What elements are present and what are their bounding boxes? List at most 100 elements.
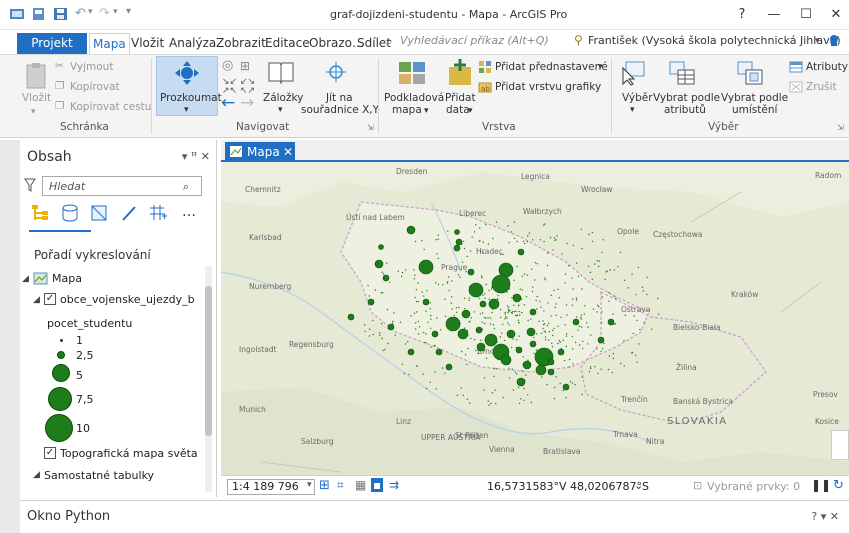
basemap-label-2[interactable]: mapa: [392, 104, 422, 116]
select-dropdown-icon[interactable]: ▾: [630, 104, 635, 116]
map-canvas[interactable]: Dresden Chemnitz Legnica Wrocław Ústí nad La…: [221, 162, 849, 475]
add-graphics-label[interactable]: Přidat vrstvu grafiky: [495, 81, 601, 93]
data-source-icon[interactable]: [60, 204, 80, 222]
minimize-button[interactable]: —: [756, 4, 792, 26]
tab-mapa[interactable]: Mapa: [89, 33, 130, 54]
notifications-icon[interactable]: [826, 33, 842, 49]
project-icon[interactable]: [9, 7, 25, 21]
next-extent-icon[interactable]: →: [240, 95, 254, 112]
navigator-icon[interactable]: ⇉: [389, 478, 399, 492]
user-dropdown-icon[interactable]: ▾: [815, 36, 820, 46]
student-point: [658, 313, 660, 315]
select-by-location-label-2[interactable]: umístění: [732, 104, 777, 116]
tab-zobrazit[interactable]: Zobrazit: [216, 33, 266, 54]
undo-icon[interactable]: ↶: [75, 6, 86, 21]
user-name[interactable]: František (Vysoká škola polytechnická Ji…: [588, 34, 841, 47]
add-preset-dropdown-icon[interactable]: ▾: [598, 61, 603, 73]
bookmarks-dropdown-icon[interactable]: ▾: [278, 104, 283, 116]
close-button[interactable]: ✕: [818, 4, 849, 26]
paste-dropdown-icon[interactable]: ▾: [31, 106, 36, 118]
cut-label[interactable]: Vyjmout: [70, 61, 113, 73]
select-by-attributes-label-1[interactable]: Vybrat podle: [653, 92, 720, 104]
filter-icon[interactable]: [24, 178, 36, 192]
clear-selection-label[interactable]: Zrušit: [806, 81, 837, 93]
map-svg[interactable]: Dresden Chemnitz Legnica Wrocław Ústí nad La…: [221, 162, 849, 475]
explore-dropdown-icon[interactable]: ▾: [184, 104, 189, 116]
layer-name[interactable]: obce_vojenske_ujezdy_b: [60, 293, 195, 306]
scale-select[interactable]: 1:4 189 796: [227, 479, 315, 495]
student-point: [526, 241, 528, 243]
attributes-label[interactable]: Atributy: [806, 61, 848, 73]
map-side-tool[interactable]: [831, 430, 849, 460]
expand-layer-icon[interactable]: ◢: [33, 295, 40, 305]
contents-search-input[interactable]: Hledat ⌕: [42, 176, 202, 196]
tab-vlozit[interactable]: Vložit: [131, 33, 164, 54]
refresh-icon[interactable]: ↻: [833, 478, 844, 493]
full-extent-icon[interactable]: ◎: [222, 59, 233, 72]
fixed-zoom-icon[interactable]: ⊞: [240, 60, 250, 72]
tab-projekt[interactable]: Projekt: [17, 33, 87, 54]
cut-icon[interactable]: ✂: [55, 60, 64, 72]
redo-dropdown-icon[interactable]: ▾: [113, 7, 118, 17]
paste-icon[interactable]: [24, 62, 48, 90]
standalone-tables[interactable]: Samostatné tabulky: [44, 469, 154, 482]
previous-extent-icon[interactable]: ←: [221, 95, 235, 112]
add-data-label-1[interactable]: Přidat: [445, 92, 476, 104]
snapping-icon[interactable]: [148, 204, 168, 222]
selected-features-count[interactable]: Vybrané prvky: 0: [707, 480, 800, 493]
tab-editace[interactable]: Editace: [265, 33, 310, 54]
student-point: [489, 317, 492, 319]
selection-launcher-icon[interactable]: ⇲: [837, 123, 844, 132]
add-preset-label[interactable]: Přidat přednastavené: [495, 61, 608, 73]
editing-icon[interactable]: [120, 204, 140, 222]
goto-xy-label-1[interactable]: Jít na: [326, 92, 353, 104]
python-window-controls[interactable]: ? ▾ ✕: [811, 510, 839, 523]
new-project-icon[interactable]: [31, 7, 47, 21]
table-icon[interactable]: ▦: [355, 478, 366, 492]
close-icon[interactable]: ✕: [283, 142, 293, 162]
redo-icon[interactable]: ↷: [99, 6, 110, 21]
save-icon[interactable]: [53, 7, 69, 21]
basemap-dropdown-icon[interactable]: ▾: [424, 105, 429, 117]
basemap-visibility-checkbox[interactable]: ✓: [44, 447, 56, 459]
selection-icon[interactable]: [90, 204, 110, 222]
map-view-tab[interactable]: Mapa ✕: [225, 142, 295, 162]
expand-tables-icon[interactable]: ◢: [33, 470, 40, 480]
grid-snap-icon[interactable]: ⌗: [337, 478, 344, 493]
copy-icon[interactable]: ❐: [55, 80, 64, 92]
tab-analyza[interactable]: Analýza: [169, 33, 216, 54]
more-options-icon[interactable]: …: [182, 204, 196, 220]
scale-dropdown-icon[interactable]: ▾: [307, 480, 312, 490]
select-by-attributes-label-2[interactable]: atributů: [664, 104, 706, 116]
select-label[interactable]: Výběr: [622, 92, 653, 104]
expand-map-icon[interactable]: ◢: [22, 274, 29, 284]
copy-path-label[interactable]: Kopírovat cestu: [70, 101, 151, 113]
tab-obrazovky[interactable]: Obrazo…: [309, 33, 364, 54]
draw-order-icon[interactable]: [30, 204, 50, 222]
copy-label[interactable]: Kopírovat: [70, 81, 120, 93]
basemap-layer-name[interactable]: Topografická mapa světa: [60, 447, 198, 460]
add-data-dropdown-icon[interactable]: ▾: [468, 105, 473, 117]
paste-label[interactable]: Vložit: [22, 92, 51, 104]
pane-scrollbar-thumb[interactable]: [205, 286, 212, 436]
navigate-launcher-icon[interactable]: ⇲: [367, 123, 374, 132]
grid-icon[interactable]: ⊞: [319, 478, 330, 493]
customize-toolbar-icon[interactable]: ▾: [126, 6, 131, 17]
pane-scrollbar[interactable]: [205, 266, 212, 492]
basemap-label-1[interactable]: Podkladová: [384, 92, 444, 104]
bookmarks-label[interactable]: Záložky: [263, 92, 303, 104]
pause-draw-icon[interactable]: ▪: [371, 478, 384, 492]
undo-dropdown-icon[interactable]: ▾: [88, 7, 93, 17]
goto-xy-label-2[interactable]: souřadnice X,Y: [301, 104, 379, 116]
copy-path-icon[interactable]: ❐: [55, 100, 64, 112]
coordinates-dropdown-icon[interactable]: ⌄: [634, 479, 643, 492]
add-data-label-2[interactable]: data: [446, 104, 470, 116]
help-button[interactable]: ?: [724, 4, 760, 26]
map-node[interactable]: Mapa: [52, 272, 82, 285]
select-by-location-label-1[interactable]: Vybrat podle: [721, 92, 788, 104]
student-point: [473, 231, 476, 233]
command-search-input[interactable]: Vyhledávací příkaz (Alt+Q): [400, 34, 549, 47]
pause-icon[interactable]: ❚❚: [811, 478, 831, 492]
pane-controls[interactable]: ▾ ꟸ ✕: [182, 150, 210, 163]
layer-visibility-checkbox[interactable]: ✓: [44, 293, 56, 305]
